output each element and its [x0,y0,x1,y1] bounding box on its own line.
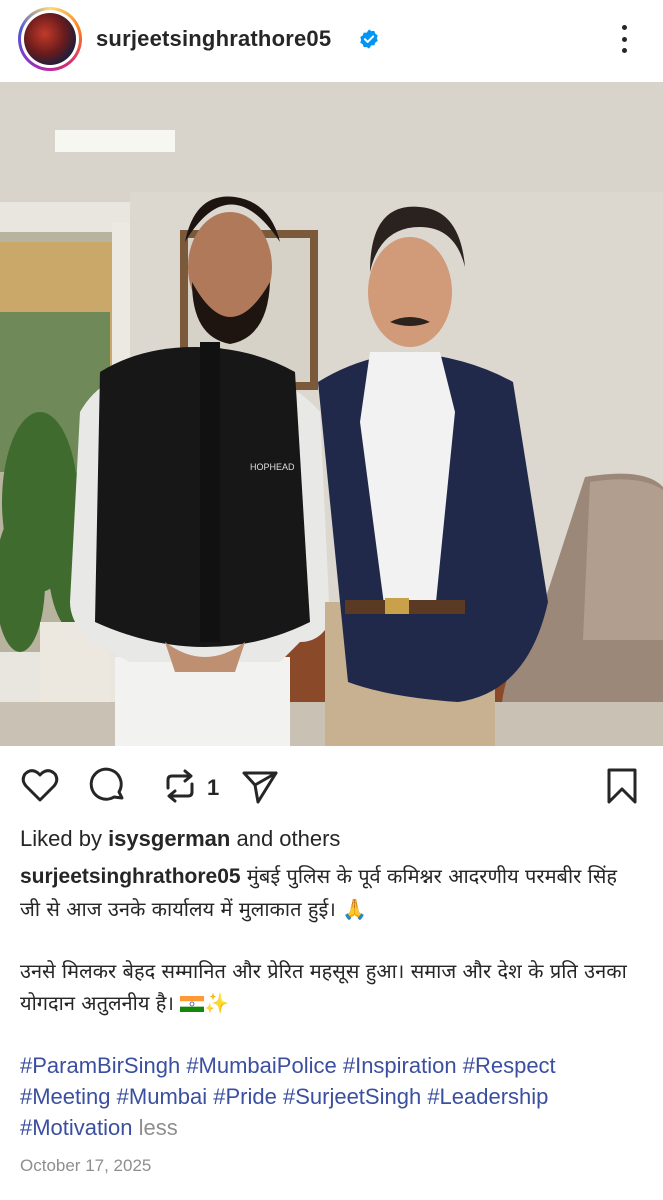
comment-icon[interactable] [88,766,128,806]
hashtag-link[interactable]: #Inspiration [343,1053,457,1078]
hashtag-link[interactable]: #Respect [463,1053,556,1078]
avatar-image [24,13,76,65]
likes-prefix: Liked by [20,826,109,851]
post-date: October 17, 2025 [20,1156,152,1175]
send-icon[interactable] [240,766,280,806]
caption-paragraph-2: उनसे मिलकर बेहद सम्मानित और प्रेरित महसू… [20,955,645,1019]
caption-username[interactable]: surjeetsinghrathore05 [20,865,241,888]
likes-line[interactable]: Liked by isysgerman and others [20,826,340,852]
hashtags: #ParamBirSingh #MumbaiPolice #Inspiratio… [20,1050,650,1143]
sparkles-icon: ✨ [204,991,230,1015]
heart-icon[interactable] [20,766,60,806]
hashtag-link[interactable]: #Mumbai [117,1084,207,1109]
repost-icon[interactable] [160,766,200,806]
avatar[interactable] [18,7,82,71]
verified-badge-icon [360,29,378,49]
caption-line2: उनसे मिलकर बेहद सम्मानित और प्रेरित महसू… [20,959,627,1015]
hashtag-link[interactable]: #Leadership [427,1084,548,1109]
hashtag-link[interactable]: #Pride [213,1084,277,1109]
likes-suffix: and others [230,826,341,851]
more-options-icon[interactable] [614,22,634,56]
photo-illustration: HOPHEAD [0,82,663,746]
repost-count: 1 [207,775,220,800]
india-flag-icon [180,996,205,1012]
post-actions [0,746,663,826]
hashtag-link[interactable]: #MumbaiPolice [186,1053,336,1078]
post-photo[interactable]: HOPHEAD [0,82,663,746]
post-username[interactable]: surjeetsinghrathore05 [96,26,331,52]
hashtag-link[interactable]: #ParamBirSingh [20,1053,180,1078]
caption: surjeetsinghrathore05 मुंबई पुलिस के पूर… [20,860,640,925]
less-button[interactable]: less [139,1115,178,1140]
post-header: surjeetsinghrathore05 [0,0,663,82]
hashtag-link[interactable]: #SurjeetSingh [283,1084,421,1109]
hashtag-link[interactable]: #Meeting [20,1084,111,1109]
bookmark-icon[interactable] [602,766,642,806]
hashtag-link[interactable]: #Motivation [20,1115,133,1140]
likes-user[interactable]: isysgerman [108,826,230,851]
vest-label-text: HOPHEAD [250,462,295,472]
